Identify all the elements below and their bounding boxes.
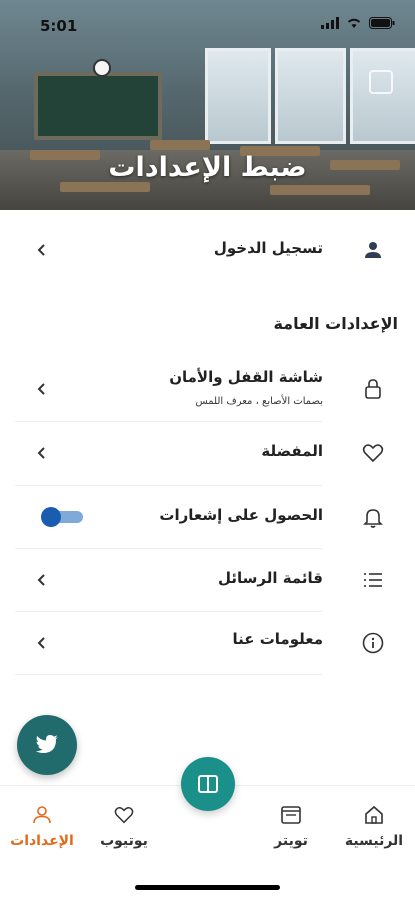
status-bar: 5:01 xyxy=(0,0,415,48)
user-icon xyxy=(365,242,381,258)
classroom-clock xyxy=(93,59,111,77)
favorites-label: المفضلة xyxy=(261,442,323,460)
twitter-icon xyxy=(35,735,58,753)
chevron-left-icon xyxy=(37,447,45,459)
list-icon xyxy=(364,573,382,587)
about-row[interactable]: معلومات عنا xyxy=(15,612,385,674)
bell-icon xyxy=(363,509,383,528)
book-icon xyxy=(198,775,218,793)
tab-youtube-label: يوتيوب xyxy=(100,833,148,849)
info-icon xyxy=(362,632,384,654)
chevron-left-icon xyxy=(37,383,45,395)
classroom-window xyxy=(350,48,415,144)
status-icons xyxy=(321,17,395,29)
login-row[interactable]: تسجيل الدخول xyxy=(15,225,385,275)
chevron-left-icon xyxy=(37,244,45,256)
tab-youtube[interactable]: يوتيوب xyxy=(84,804,164,849)
notifications-toggle[interactable] xyxy=(41,507,83,527)
signal-icon xyxy=(321,17,339,29)
classroom-window xyxy=(275,48,346,144)
user-icon xyxy=(33,806,51,824)
home-indicator xyxy=(135,885,280,890)
notifications-row: الحصول على إشعارات xyxy=(15,486,385,548)
tab-twitter[interactable]: تويتر xyxy=(251,804,331,849)
notifications-label: الحصول على إشعارات xyxy=(159,506,323,524)
share-icon[interactable] xyxy=(369,70,393,94)
desk xyxy=(60,182,150,192)
desk xyxy=(150,140,210,150)
page-title: ضبط الإعدادات xyxy=(108,152,307,183)
tab-twitter-label: تويتر xyxy=(274,833,308,849)
tab-home[interactable]: الرئيسية xyxy=(334,804,414,849)
classroom-window xyxy=(205,48,271,144)
status-time: 5:01 xyxy=(40,17,78,35)
messages-row[interactable]: قائمة الرسائل xyxy=(15,549,385,611)
toggle-knob xyxy=(41,507,61,527)
divider xyxy=(15,674,322,675)
section-general-title: الإعدادات العامة xyxy=(273,314,398,333)
home-icon xyxy=(365,805,383,824)
wifi-icon xyxy=(347,18,361,28)
lock-screen-label: شاشة القفل والأمان xyxy=(169,368,323,386)
desk xyxy=(270,185,370,195)
lock-icon xyxy=(365,379,381,399)
heart-icon xyxy=(362,444,384,463)
favorites-row[interactable]: المفضلة xyxy=(15,422,385,484)
twitter-fab-button[interactable] xyxy=(17,715,77,775)
heart-icon xyxy=(114,807,134,824)
login-label: تسجيل الدخول xyxy=(213,239,323,257)
battery-icon xyxy=(369,17,395,29)
chevron-left-icon xyxy=(37,637,45,649)
classroom-board xyxy=(34,72,162,140)
tab-settings[interactable]: الإعدادات xyxy=(2,804,82,849)
chevron-left-icon xyxy=(37,574,45,586)
lock-screen-sublabel: بصمات الأصابع ، معرف اللمس xyxy=(195,396,324,407)
about-label: معلومات عنا xyxy=(232,630,324,648)
tab-settings-label: الإعدادات xyxy=(10,833,74,849)
browser-icon xyxy=(281,806,301,824)
tab-home-label: الرئيسية xyxy=(344,833,404,849)
center-action-button[interactable] xyxy=(181,757,235,811)
lock-screen-row[interactable]: شاشة القفل والأمان بصمات الأصابع ، معرف … xyxy=(15,358,385,420)
messages-label: قائمة الرسائل xyxy=(218,569,323,587)
